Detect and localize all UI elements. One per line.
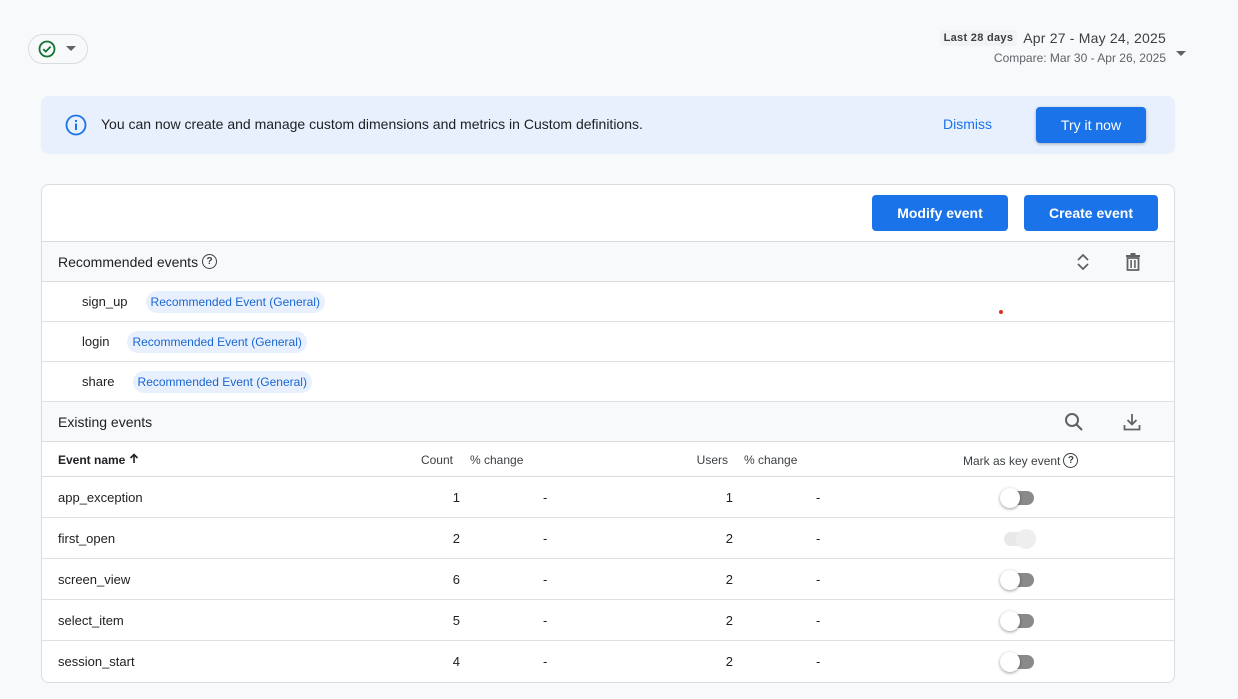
- table-row: session_start 4 - 2 -: [42, 641, 1174, 682]
- recommended-event-name: share: [82, 374, 115, 389]
- event-users: 2: [725, 531, 733, 546]
- count-change: -: [543, 654, 548, 669]
- card-toolbar: Modify event Create event: [42, 185, 1174, 242]
- count-change: -: [543, 531, 548, 546]
- count-change: -: [543, 613, 548, 628]
- help-icon[interactable]: ?: [1063, 453, 1079, 468]
- users-change: -: [816, 531, 821, 546]
- key-event-toggle[interactable]: [1000, 488, 1036, 508]
- column-header-event-name: Event name: [58, 453, 126, 467]
- users-change: -: [816, 572, 821, 587]
- recommended-events-title: Recommended events: [58, 253, 199, 270]
- list-item[interactable]: share Recommended Event (General): [42, 362, 1174, 402]
- expand-collapse-icon[interactable]: [1072, 251, 1094, 278]
- date-range-value: Apr 27 - May 24, 2025: [1023, 30, 1166, 46]
- event-count: 6: [452, 572, 460, 587]
- info-banner: You can now create and manage custom dim…: [41, 96, 1175, 154]
- key-event-toggle[interactable]: [1000, 652, 1036, 672]
- help-icon[interactable]: ?: [202, 254, 218, 269]
- column-header-key-event: Mark as key event ?: [963, 453, 1079, 468]
- column-header-users-change[interactable]: % change: [744, 453, 797, 467]
- event-count: 1: [452, 490, 460, 505]
- count-change: -: [543, 572, 548, 587]
- recommended-events-header: Recommended events ?: [42, 242, 1174, 282]
- event-name[interactable]: app_exception: [58, 490, 143, 505]
- events-card: Modify event Create event Recommended ev…: [41, 184, 1175, 683]
- existing-events-header: Existing events: [42, 402, 1174, 442]
- event-count: 2: [452, 531, 460, 546]
- key-event-label: Mark as key event: [963, 453, 1061, 468]
- table-row: screen_view 6 - 2 -: [42, 559, 1174, 600]
- download-icon[interactable]: [1121, 411, 1143, 438]
- data-status-dropdown[interactable]: [28, 34, 88, 64]
- table-row: app_exception 1 - 1 -: [42, 477, 1174, 518]
- delete-icon[interactable]: [1122, 251, 1144, 278]
- recommended-event-name: login: [82, 334, 110, 349]
- event-name[interactable]: screen_view: [58, 572, 130, 587]
- event-name[interactable]: session_start: [58, 654, 135, 669]
- sort-by-event-name[interactable]: Event name: [58, 453, 139, 467]
- key-event-toggle[interactable]: [1000, 570, 1036, 590]
- key-event-toggle[interactable]: [1000, 611, 1036, 631]
- list-item[interactable]: sign_up Recommended Event (General): [42, 282, 1174, 322]
- users-change: -: [816, 613, 821, 628]
- dismiss-button[interactable]: Dismiss: [943, 116, 992, 132]
- cursor-marker: [999, 310, 1003, 314]
- check-circle-icon: [38, 40, 56, 58]
- event-users: 2: [725, 572, 733, 587]
- existing-events-title: Existing events: [58, 413, 153, 430]
- modify-event-button[interactable]: Modify event: [872, 195, 1008, 231]
- banner-message: You can now create and manage custom dim…: [101, 116, 643, 132]
- event-name[interactable]: select_item: [58, 613, 124, 628]
- column-header-users[interactable]: Users: [697, 453, 728, 467]
- users-change: -: [816, 654, 821, 669]
- event-name[interactable]: first_open: [58, 531, 115, 546]
- try-it-now-button[interactable]: Try it now: [1036, 107, 1146, 143]
- event-count: 5: [452, 613, 460, 628]
- event-users: 1: [725, 490, 733, 505]
- key-event-toggle: [1000, 529, 1036, 549]
- users-change: -: [816, 490, 821, 505]
- count-change: -: [543, 490, 548, 505]
- column-header-count-change[interactable]: % change: [470, 453, 523, 467]
- search-icon[interactable]: [1063, 411, 1085, 438]
- table-row: select_item 5 - 2 -: [42, 600, 1174, 641]
- recommended-event-name: sign_up: [82, 294, 128, 309]
- info-icon: [65, 114, 87, 141]
- table-header: Event name Count % change Users % change…: [42, 442, 1174, 477]
- date-compare-value: Compare: Mar 30 - Apr 26, 2025: [993, 51, 1166, 65]
- event-count: 4: [452, 654, 460, 669]
- recommended-event-chip: Recommended Event (General): [132, 370, 312, 393]
- recommended-event-chip: Recommended Event (General): [127, 330, 307, 353]
- recommended-event-chip: Recommended Event (General): [145, 290, 325, 313]
- table-row: first_open 2 - 2 -: [42, 518, 1174, 559]
- date-range-picker[interactable]: Last 28 days Apr 27 - May 24, 2025 Compa…: [939, 30, 1166, 65]
- caret-down-icon[interactable]: [1176, 44, 1186, 62]
- caret-down-icon: [66, 46, 76, 52]
- column-header-count[interactable]: Count: [421, 453, 453, 467]
- arrow-up-icon: [129, 453, 139, 467]
- date-range-badge: Last 28 days: [939, 30, 1018, 46]
- create-event-button[interactable]: Create event: [1024, 195, 1158, 231]
- list-item[interactable]: login Recommended Event (General): [42, 322, 1174, 362]
- event-users: 2: [725, 613, 733, 628]
- event-users: 2: [725, 654, 733, 669]
